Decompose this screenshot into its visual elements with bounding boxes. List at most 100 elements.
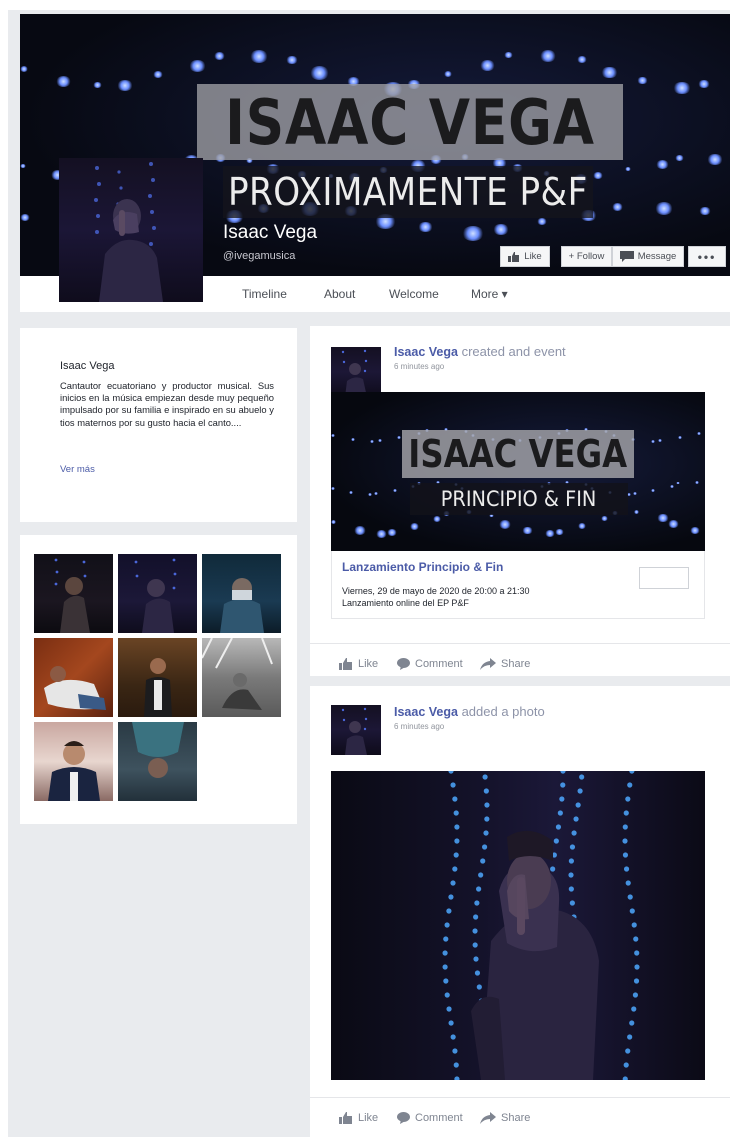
light-string-bulb [560, 771, 566, 774]
bokeh-light [20, 214, 30, 221]
photo-thumbnail[interactable] [34, 554, 113, 633]
bokeh-light [697, 79, 710, 88]
light-string-bulb [476, 984, 482, 990]
photo-thumbnail-image [202, 638, 273, 710]
event-image-title-box: ISAAC VEGA [402, 430, 634, 478]
bokeh-light [706, 154, 723, 166]
follow-button[interactable]: + Follow [561, 246, 612, 267]
bokeh-light [651, 488, 656, 492]
light-string-bulb [555, 824, 562, 830]
bokeh-light [697, 431, 702, 435]
event-cover-image[interactable]: ISAAC VEGA PRINCIPIO & FIN [331, 392, 705, 551]
photo-thumbnail[interactable] [34, 722, 113, 801]
comment-button[interactable]: Comment [397, 1112, 463, 1124]
photo-thumbnail-image [44, 666, 106, 710]
share-button[interactable]: Share [480, 1112, 530, 1124]
bokeh-light [600, 66, 618, 79]
photos-card [20, 535, 297, 824]
bokeh-light [387, 528, 398, 536]
bokeh-light [353, 526, 366, 535]
light-string-bulb [633, 936, 639, 942]
bokeh-light [116, 79, 133, 91]
event-image-title: ISAAC VEGA [408, 432, 628, 476]
light-string-bulb [623, 866, 630, 872]
post-author[interactable]: Isaac Vega [394, 345, 458, 359]
light-string-bulb [450, 1034, 456, 1040]
light-string-bulb [454, 838, 460, 844]
bokeh-light [331, 520, 336, 524]
bokeh-light [493, 224, 510, 236]
light-string-bulb [573, 816, 579, 822]
event-image-subtitle: PRINCIPIO & FIN [441, 487, 597, 511]
light-string-bulb [444, 992, 450, 998]
more-options-button[interactable]: ••• [688, 246, 726, 267]
profile-name[interactable]: Isaac Vega [223, 222, 317, 244]
bokeh-light [370, 439, 375, 443]
photo-thumbnail[interactable] [118, 554, 197, 633]
thumbs-up-icon [339, 658, 352, 670]
post-photo-image[interactable] [331, 771, 705, 1080]
post-action: created and event [461, 344, 566, 359]
bokeh-light [376, 529, 388, 538]
post-timestamp[interactable]: 6 minutes ago [394, 362, 444, 371]
bokeh-light [676, 481, 681, 485]
tab-timeline[interactable]: Timeline [242, 287, 287, 301]
light-string-bulb [631, 922, 637, 928]
bokeh-light [331, 487, 335, 490]
page-background: ISAAC VEGA PROXIMAMENTE P&F Isaac Vega @… [8, 10, 730, 1137]
page-like-button[interactable]: Like [500, 246, 550, 267]
light-string-bulb [473, 956, 479, 962]
light-string-bulb [448, 771, 454, 774]
tab-about[interactable]: About [324, 287, 355, 301]
share-icon [480, 1112, 496, 1124]
comment-button[interactable]: Comment [397, 658, 463, 670]
bokeh-light [286, 55, 299, 65]
avatar-image [341, 349, 368, 397]
like-button[interactable]: Like [339, 658, 378, 670]
light-string-bulb [481, 844, 488, 850]
post-header: Isaac Vega created and event [394, 344, 566, 359]
see-more-link[interactable]: Ver más [60, 464, 95, 475]
post-avatar[interactable] [331, 347, 381, 397]
photo-thumbnail-image [48, 741, 100, 801]
tab-welcome[interactable]: Welcome [389, 287, 439, 301]
share-button[interactable]: Share [480, 658, 530, 670]
profile-picture[interactable] [59, 158, 203, 302]
light-string-bulb [473, 914, 479, 920]
message-button[interactable]: Message [612, 246, 684, 267]
bokeh-light [611, 203, 623, 212]
post-author[interactable]: Isaac Vega [394, 705, 458, 719]
photo-thumbnail[interactable] [202, 554, 281, 633]
light-string-bulb [623, 810, 629, 816]
photo-thumbnail[interactable] [34, 638, 113, 717]
light-string-bulb [482, 774, 488, 780]
post-actions-bar: Like Comment Share [310, 1097, 730, 1137]
photo-thumbnail[interactable] [118, 722, 197, 801]
event-interest-button[interactable] [639, 567, 689, 589]
bokeh-light [331, 434, 335, 437]
event-description: Lanzamiento online del EP P&F [342, 598, 469, 608]
event-name-link[interactable]: Lanzamiento Principio & Fin [342, 560, 503, 574]
light-string-bulb [444, 922, 450, 928]
photo-thumbnail[interactable] [118, 638, 197, 717]
photo-thumbnail-image [220, 578, 264, 633]
share-icon [480, 658, 496, 670]
light-string-bulb [629, 1020, 635, 1026]
page-like-label: Like [524, 251, 542, 262]
light-string-bulb [452, 866, 458, 872]
bokeh-light [540, 50, 557, 62]
portrait-photo [442, 771, 640, 1080]
bokeh-light [479, 60, 495, 71]
post-action: added a photo [461, 704, 545, 719]
cover-subtitle: PROXIMAMENTE P&F [228, 170, 588, 214]
post-avatar[interactable] [331, 705, 381, 755]
tab-more[interactable]: More ▾ [471, 287, 508, 301]
like-button[interactable]: Like [339, 1112, 378, 1124]
photo-thumbnail[interactable] [202, 638, 281, 717]
light-string-bulb [480, 858, 486, 864]
bokeh-light [397, 436, 402, 439]
light-string-bulb [453, 810, 459, 816]
post-timestamp[interactable]: 6 minutes ago [394, 722, 444, 731]
light-string-bulb [453, 1062, 459, 1068]
bokeh-light [310, 66, 330, 80]
